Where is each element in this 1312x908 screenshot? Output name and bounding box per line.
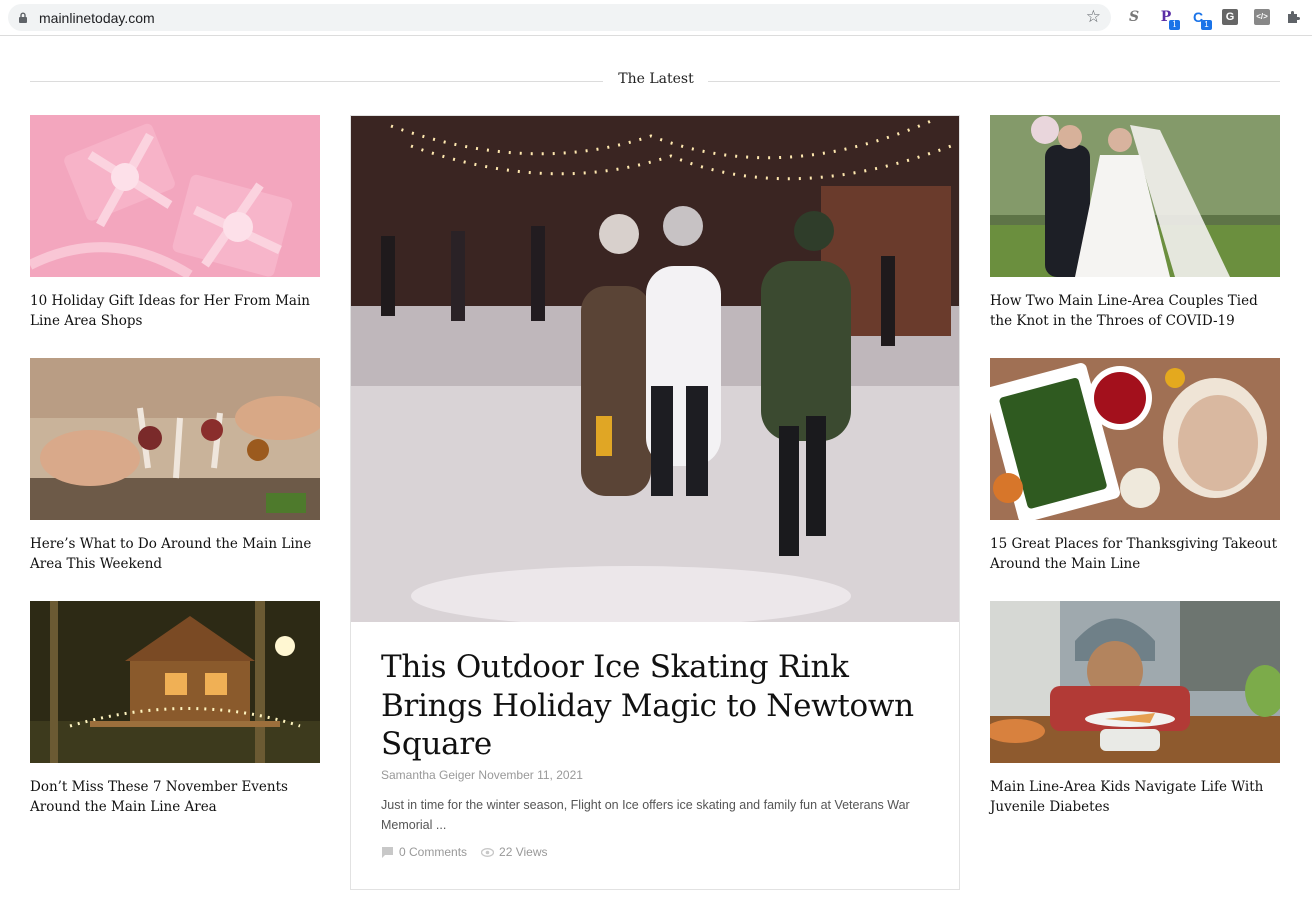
publish-date: November 11, 2021 [478, 768, 583, 782]
featured-headline[interactable]: This Outdoor Ice Skating Rink Brings Hol… [381, 648, 931, 764]
extension-badge: 1 [1201, 20, 1212, 30]
featured-article[interactable]: This Outdoor Ice Skating Rink Brings Hol… [350, 115, 960, 890]
treehouse-image[interactable] [30, 601, 320, 763]
wedding-couple-image[interactable] [990, 115, 1280, 277]
article-title-link[interactable]: Main Line-Area Kids Navigate Life With J… [990, 777, 1280, 817]
extension-badge: 1 [1169, 20, 1180, 30]
comments-count: 0 Comments [399, 845, 468, 859]
section-heading: The Latest [618, 71, 694, 87]
extension-code-icon[interactable]: </> [1254, 9, 1270, 25]
extension-p-icon[interactable]: P1 [1158, 9, 1180, 30]
bookmark-star-icon[interactable]: ☆ [1086, 8, 1101, 26]
article-title-link[interactable]: Here’s What to Do Around the Main Line A… [30, 534, 320, 574]
extension-c-icon[interactable]: C1 [1190, 9, 1212, 30]
author-name[interactable]: Samantha Geiger [381, 768, 475, 782]
comments-stat[interactable]: 0 Comments [381, 845, 467, 859]
url-text[interactable]: mainlinetoday.com [39, 10, 155, 26]
extension-g-icon[interactable]: G [1222, 9, 1238, 25]
article-card[interactable]: 10 Holiday Gift Ideas for Her From Main … [30, 115, 320, 331]
views-stat: 22 Views [481, 845, 548, 859]
browser-toolbar: mainlinetoday.com ☆ S P1 C1 G </> [0, 0, 1312, 36]
article-title-link[interactable]: Don’t Miss These 7 November Events Aroun… [30, 777, 320, 817]
wine-toast-image[interactable] [30, 358, 320, 520]
article-card[interactable]: Don’t Miss These 7 November Events Aroun… [30, 601, 320, 817]
eye-icon [481, 847, 495, 857]
thanksgiving-food-image[interactable] [990, 358, 1280, 520]
article-card[interactable]: 15 Great Places for Thanksgiving Takeout… [990, 358, 1280, 574]
article-excerpt: Just in time for the winter season, Flig… [381, 798, 910, 832]
puzzle-icon[interactable] [1285, 9, 1301, 25]
views-count: 22 Views [499, 845, 548, 859]
article-card[interactable]: Main Line-Area Kids Navigate Life With J… [990, 601, 1280, 817]
article-meta: Samantha Geiger November 11, 2021 [381, 768, 583, 782]
comment-icon [382, 846, 393, 858]
article-title-link[interactable]: 10 Holiday Gift Ideas for Her From Main … [30, 291, 320, 331]
boy-eating-pizza-image[interactable] [990, 601, 1280, 763]
extension-s-icon[interactable]: S [1126, 9, 1142, 25]
ice-skating-rink-image[interactable] [351, 116, 959, 622]
article-card[interactable]: Here’s What to Do Around the Main Line A… [30, 358, 320, 574]
article-title-link[interactable]: How Two Main Line-Area Couples Tied the … [990, 291, 1280, 331]
gift-boxes-image[interactable] [30, 115, 320, 277]
address-bar[interactable]: mainlinetoday.com ☆ [8, 4, 1111, 31]
lock-icon [19, 12, 27, 23]
article-stats: 0 Comments 22 Views [381, 845, 548, 859]
article-card[interactable]: How Two Main Line-Area Couples Tied the … [990, 115, 1280, 331]
article-title-link[interactable]: 15 Great Places for Thanksgiving Takeout… [990, 534, 1280, 574]
